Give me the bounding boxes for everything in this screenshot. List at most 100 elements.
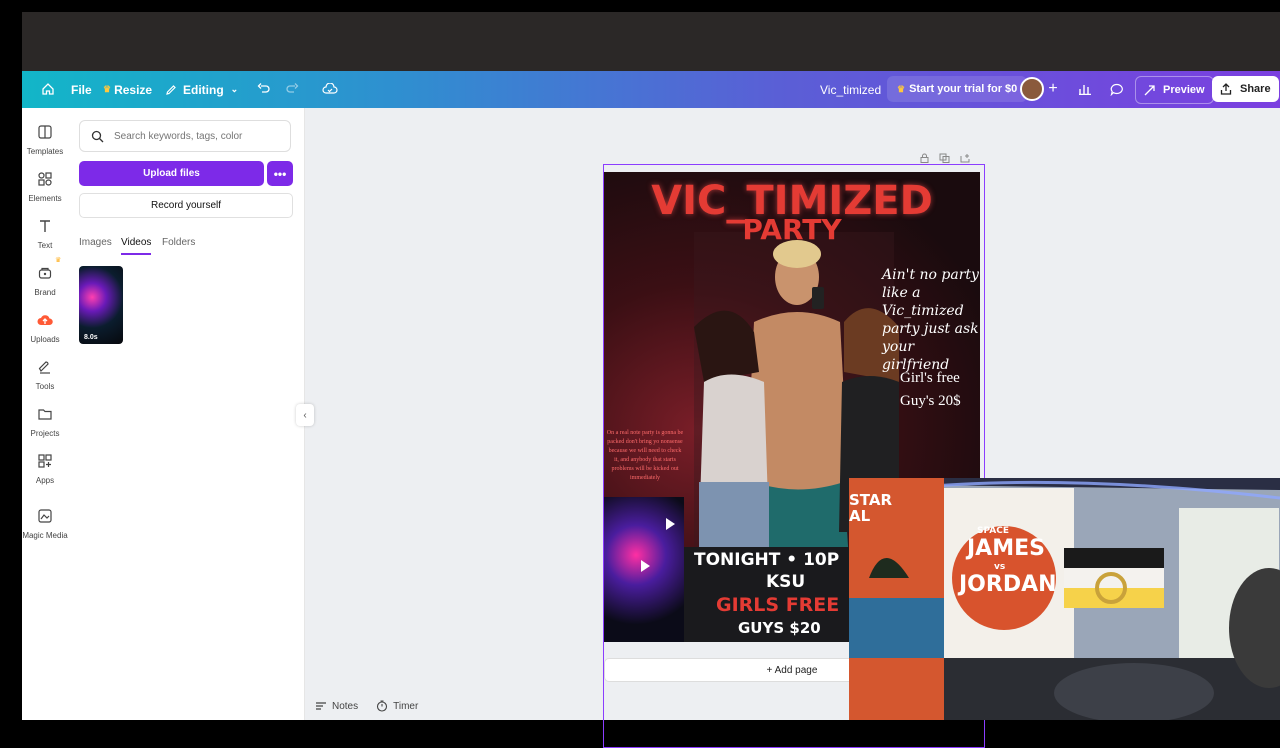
text-icon (40, 220, 50, 232)
editing-label: Editing (183, 82, 224, 97)
share-label: Share (1240, 83, 1271, 95)
play-icon (666, 518, 675, 530)
left-banner-text: STAR AL (849, 491, 893, 525)
price-girls: Girl's free (900, 370, 960, 386)
poster-video-clip[interactable] (604, 497, 684, 642)
insights-button[interactable] (1073, 77, 1097, 101)
rail-item-apps[interactable]: Apps (22, 453, 68, 485)
tab-images[interactable]: Images (79, 237, 112, 248)
webcam-overlay: SPACE JAMES vs JORDAN STAR AL (849, 478, 1280, 720)
share-button[interactable]: Share (1212, 76, 1279, 102)
video-duration: 8.0s (84, 334, 98, 341)
cloud-check-icon (322, 83, 338, 94)
add-page-icon[interactable] (960, 153, 971, 163)
redo-icon (286, 83, 299, 93)
chevron-left-icon: ‹ (303, 409, 307, 421)
rail-label: Elements (28, 194, 62, 203)
share-icon (1220, 83, 1232, 95)
browser-chrome-area (22, 12, 1280, 71)
document-title[interactable]: Vic_timized (820, 71, 881, 108)
collapse-panel-button[interactable]: ‹ (296, 404, 314, 426)
rail-label: Magic Media (22, 531, 68, 540)
search-icon (91, 130, 104, 142)
tab-videos[interactable]: Videos (121, 237, 151, 248)
poster-disclaimer[interactable]: On a real note party is gonna be packed … (606, 429, 684, 483)
comments-button[interactable] (1105, 77, 1129, 101)
pencil-icon (166, 84, 176, 95)
record-yourself-button[interactable]: Record yourself (79, 193, 293, 218)
start-trial-button[interactable]: ♛ Start your trial for $0 (887, 76, 1028, 102)
poster-prices[interactable]: Girl's free Guy's 20$ (900, 367, 961, 413)
timer-label: Timer (393, 700, 419, 712)
bar-chart-icon (1079, 85, 1091, 95)
brand-icon (38, 267, 52, 279)
file-label: File (71, 82, 92, 97)
poster-line-girls[interactable]: GIRLS FREE (716, 594, 839, 616)
plus-icon: + (1048, 80, 1058, 97)
rail-item-brand[interactable]: Brand ♛ (22, 257, 68, 297)
redo-button[interactable] (280, 77, 304, 101)
rail-item-uploads[interactable]: Uploads (22, 312, 68, 344)
home-button[interactable] (36, 77, 60, 101)
resize-button[interactable]: ♛ Resize (103, 71, 152, 108)
preview-button[interactable]: Preview (1135, 76, 1214, 104)
projects-icon (38, 409, 52, 420)
rail-item-projects[interactable]: Projects (22, 406, 68, 438)
rail-item-magic-media[interactable]: Magic Media (22, 508, 68, 540)
notes-label: Notes (332, 700, 359, 712)
video-thumbnail[interactable]: 8.0s (79, 266, 123, 344)
comment-icon (1110, 83, 1123, 96)
elements-icon (38, 172, 52, 186)
editing-dropdown[interactable]: Editing ⌄ (165, 71, 238, 108)
lock-icon[interactable] (920, 153, 929, 163)
rail-item-tools[interactable]: Tools (22, 359, 68, 391)
poster-subtitle[interactable]: PARTY (604, 213, 980, 246)
poster-line-location[interactable]: KSU (766, 572, 805, 592)
crown-icon: ♛ (897, 83, 906, 94)
crown-icon: ♛ (55, 257, 62, 264)
home-icon (42, 83, 54, 95)
search-box[interactable] (79, 120, 291, 152)
notes-button[interactable]: Notes (315, 700, 358, 712)
rail-label: Brand (34, 288, 56, 297)
rail-label: Templates (26, 147, 64, 156)
rail-item-text[interactable]: Text (22, 218, 68, 250)
undo-icon (257, 83, 270, 93)
rail-item-templates[interactable]: Templates (22, 124, 68, 156)
poster-line-tonight[interactable]: TONIGHT • 10P (694, 550, 839, 570)
timer-button[interactable]: Timer (376, 700, 418, 712)
rail-label: Uploads (30, 335, 60, 344)
add-page-label: + Add page (766, 664, 818, 676)
webcam-scene (849, 478, 1280, 720)
more-options-button[interactable]: ••• (267, 161, 293, 186)
banner-line3: vs (994, 562, 1006, 572)
notes-icon (316, 702, 326, 710)
apps-icon (38, 454, 52, 468)
tools-icon (38, 361, 50, 374)
duplicate-icon[interactable] (939, 153, 950, 163)
search-input[interactable] (112, 129, 286, 143)
cloud-save-button[interactable] (318, 77, 342, 101)
rail-label: Apps (35, 476, 55, 485)
resize-label: Resize (114, 82, 153, 97)
poster-line-guys[interactable]: GUYS $20 (738, 619, 821, 637)
poster-tagline[interactable]: Ain't no party like a Vic_timized party … (882, 266, 980, 374)
active-tab-indicator (121, 253, 151, 255)
undo-button[interactable] (252, 77, 276, 101)
tab-folders[interactable]: Folders (162, 237, 195, 248)
banner-line2: JAMES (967, 536, 1045, 561)
side-rail: Templates Elements Text Brand ♛ Uploads … (22, 108, 68, 720)
file-menu[interactable]: File (71, 71, 92, 108)
chevron-down-icon: ⌄ (230, 84, 239, 94)
record-label: Record yourself (150, 200, 222, 211)
crown-icon: ♛ (103, 84, 112, 94)
rail-label: Tools (35, 382, 55, 391)
add-collaborator-button[interactable]: + (1041, 77, 1065, 101)
rail-item-elements[interactable]: Elements (22, 171, 68, 203)
more-icon: ••• (273, 166, 287, 181)
upload-files-button[interactable]: Upload files (79, 161, 264, 186)
price-guys: Guy's 20$ (900, 393, 961, 409)
editor-footer: Notes Timer (315, 700, 418, 712)
banner-line1: SPACE (977, 526, 1009, 536)
timer-icon (377, 700, 388, 712)
